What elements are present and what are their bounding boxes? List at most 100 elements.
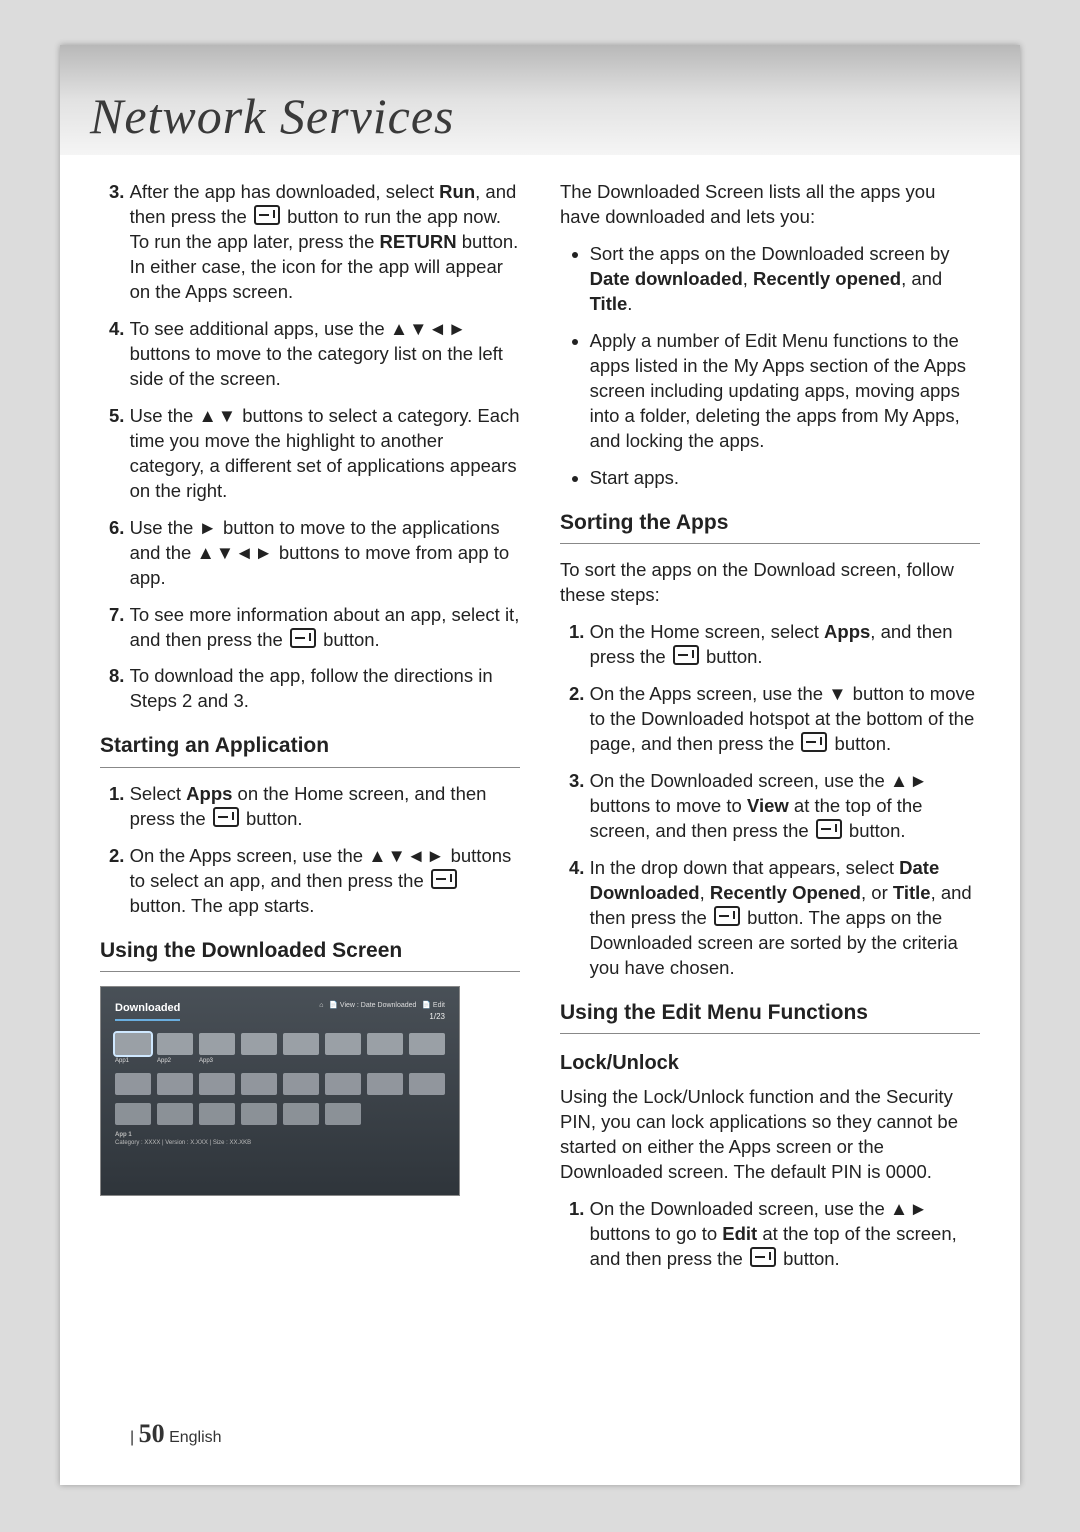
mock-label-row: App1 App2 App3: [115, 1057, 445, 1065]
downloaded-intro: The Downloaded Screen lists all the apps…: [560, 180, 980, 230]
mock-page-indicator: 1/23: [319, 1012, 445, 1023]
mock-app-row-3: [115, 1103, 445, 1125]
bold-text: Date downloaded: [590, 268, 743, 289]
page-footer: | 50 English: [130, 1419, 222, 1449]
numbered-step: To see additional apps, use the ▲▼◄► but…: [130, 317, 520, 392]
divider: [100, 767, 520, 768]
divider: [100, 971, 520, 972]
page-number: 50: [139, 1419, 165, 1448]
app-tile: [199, 1033, 235, 1055]
mock-footer-meta: Category : XXXX | Version : X.XXX | Size…: [115, 1139, 445, 1147]
downloaded-screen-heading: Using the Downloaded Screen: [100, 937, 520, 965]
mock-app-label: [283, 1057, 319, 1065]
app-tile-selected: [115, 1033, 151, 1055]
downloaded-screen-mock: Downloaded ⌂ 📄 View : Date Downloaded 📄 …: [100, 986, 460, 1196]
numbered-step: After the app has downloaded, select Run…: [130, 180, 520, 305]
mock-app-label: [241, 1057, 277, 1065]
mock-app-label: [367, 1057, 403, 1065]
enter-button-icon: [673, 645, 699, 665]
page-title: Network Services: [90, 87, 455, 145]
mock-app-label: App1: [115, 1057, 151, 1065]
document-sheet: Network Services After the app has downl…: [60, 45, 1020, 1485]
bold-text: Apps: [186, 783, 232, 804]
app-tile: [325, 1033, 361, 1055]
numbered-step: Use the ► button to move to the applicat…: [130, 516, 520, 591]
enter-button-icon: [254, 205, 280, 225]
numbered-step: On the Downloaded screen, use the ▲► but…: [590, 1197, 980, 1272]
app-tile: [367, 1073, 403, 1095]
arrow-keys-icon: ▲▼: [199, 405, 238, 426]
app-tile: [325, 1103, 361, 1125]
divider: [560, 1033, 980, 1034]
app-tile: [241, 1033, 277, 1055]
numbered-step: Select Apps on the Home screen, and then…: [130, 782, 520, 832]
sorting-steps: On the Home screen, select Apps, and the…: [560, 620, 980, 981]
app-tile: [115, 1103, 151, 1125]
numbered-step: To see more information about an app, se…: [130, 603, 520, 653]
app-tile: [409, 1033, 445, 1055]
arrow-keys-icon: ▲▼◄►: [196, 542, 273, 563]
arrow-keys-icon: ►: [199, 517, 218, 538]
bullet-item: Sort the apps on the Downloaded screen b…: [590, 242, 980, 317]
app-tile: [241, 1103, 277, 1125]
arrow-keys-icon: ▼: [828, 683, 847, 704]
left-column: After the app has downloaded, select Run…: [100, 180, 520, 1286]
sorting-apps-heading: Sorting the Apps: [560, 509, 980, 537]
app-tile: [283, 1073, 319, 1095]
enter-button-icon: [714, 906, 740, 926]
mock-app-label: App2: [157, 1057, 193, 1065]
app-tile: [157, 1073, 193, 1095]
app-tile: [157, 1103, 193, 1125]
numbered-step: On the Home screen, select Apps, and the…: [590, 620, 980, 670]
footer-language: English: [169, 1429, 221, 1446]
bold-text: Edit: [722, 1223, 757, 1244]
bold-text: Recently Opened: [710, 882, 861, 903]
bold-text: Title: [893, 882, 931, 903]
enter-button-icon: [290, 628, 316, 648]
lock-unlock-para: Using the Lock/Unlock function and the S…: [560, 1085, 980, 1185]
bold-text: Recently opened: [753, 268, 901, 289]
bullet-item: Apply a number of Edit Menu functions to…: [590, 329, 980, 454]
app-tile: [157, 1033, 193, 1055]
mock-footer-title: App 1: [115, 1131, 445, 1139]
enter-button-icon: [801, 732, 827, 752]
enter-button-icon: [750, 1247, 776, 1267]
app-tile: [409, 1073, 445, 1095]
numbered-step: To download the app, follow the directio…: [130, 664, 520, 714]
app-tile: [199, 1073, 235, 1095]
bold-text: Apps: [824, 621, 870, 642]
sorting-intro: To sort the apps on the Download screen,…: [560, 558, 980, 608]
enter-button-icon: [213, 807, 239, 827]
app-tile: [283, 1103, 319, 1125]
downloaded-intro-bullets: Sort the apps on the Downloaded screen b…: [560, 242, 980, 491]
numbered-step: On the Downloaded screen, use the ▲► but…: [590, 769, 980, 844]
mock-app-label: App3: [199, 1057, 235, 1065]
app-tile: [283, 1033, 319, 1055]
starting-application-heading: Starting an Application: [100, 732, 520, 760]
edit-menu-heading: Using the Edit Menu Functions: [560, 999, 980, 1027]
app-tile: [367, 1033, 403, 1055]
content-columns: After the app has downloaded, select Run…: [60, 155, 1020, 1286]
numbered-step: In the drop down that appears, select Da…: [590, 856, 980, 981]
mock-app-row-2: [115, 1073, 445, 1095]
arrow-keys-icon: ▲►: [890, 770, 929, 791]
page-root: Network Services After the app has downl…: [0, 0, 1080, 1532]
mock-header-row: Downloaded ⌂ 📄 View : Date Downloaded 📄 …: [115, 1001, 445, 1023]
lock-steps: On the Downloaded screen, use the ▲► but…: [560, 1197, 980, 1272]
mock-app-row-1: [115, 1033, 445, 1055]
mock-app-label: [325, 1057, 361, 1065]
mock-view-edit: ⌂ 📄 View : Date Downloaded 📄 Edit: [319, 1001, 445, 1010]
app-tile: [199, 1103, 235, 1125]
numbered-step: Use the ▲▼ buttons to select a category.…: [130, 404, 520, 504]
mock-footer: App 1 Category : XXXX | Version : X.XXX …: [115, 1131, 445, 1147]
starting-application-steps: Select Apps on the Home screen, and then…: [100, 782, 520, 919]
bold-text: RETURN: [380, 231, 457, 252]
arrow-keys-icon: ▲▼◄►: [390, 318, 467, 339]
bold-text: Title: [590, 293, 628, 314]
arrow-keys-icon: ▲▼◄►: [368, 845, 445, 866]
right-column: The Downloaded Screen lists all the apps…: [560, 180, 980, 1286]
numbered-step: On the Apps screen, use the ▼ button to …: [590, 682, 980, 757]
app-tile: [325, 1073, 361, 1095]
numbered-step: On the Apps screen, use the ▲▼◄► buttons…: [130, 844, 520, 919]
mock-top-right: ⌂ 📄 View : Date Downloaded 📄 Edit 1/23: [319, 1001, 445, 1023]
